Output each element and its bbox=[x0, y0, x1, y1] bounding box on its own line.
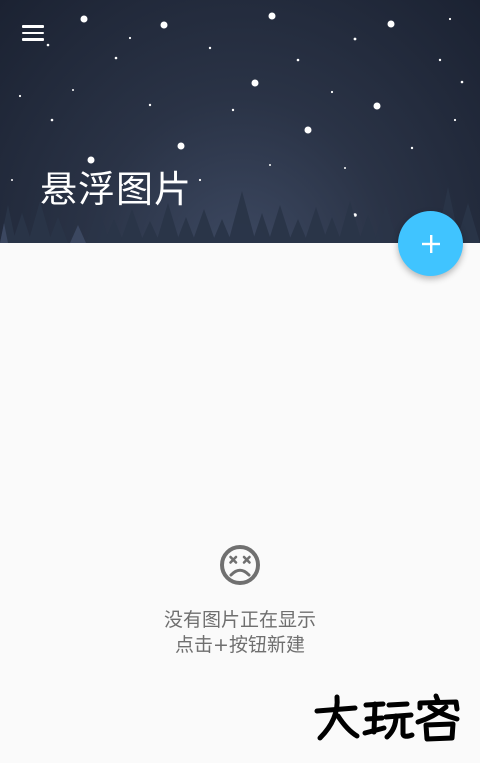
plus-icon bbox=[421, 234, 440, 253]
hamburger-menu-icon bbox=[22, 25, 44, 28]
dead-face-icon bbox=[220, 545, 260, 585]
page-title: 悬浮图片 bbox=[40, 168, 192, 211]
menu-button[interactable] bbox=[14, 16, 52, 50]
empty-state-hint: 点击+按钮新建 bbox=[175, 634, 305, 656]
app-screen: 悬浮图片 没有图片正在显示 点击+按钮新建 bbox=[0, 0, 480, 763]
watermark-logo bbox=[314, 693, 460, 742]
empty-state-message: 没有图片正在显示 bbox=[163, 609, 316, 631]
header-banner: 悬浮图片 bbox=[0, 0, 480, 243]
add-image-button[interactable] bbox=[398, 211, 463, 276]
